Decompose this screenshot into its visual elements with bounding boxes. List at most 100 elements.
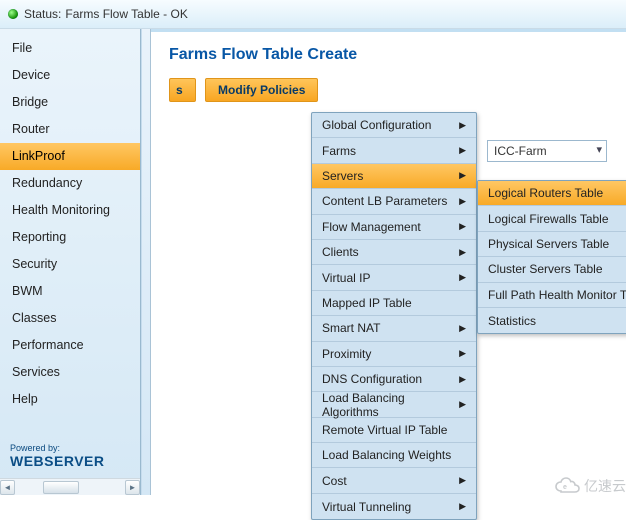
sidebar-item-label: BWM <box>12 284 43 298</box>
menu-item-label: Smart NAT <box>322 321 380 335</box>
sidebar-item-label: Redundancy <box>12 176 82 190</box>
menu-item-label: Content LB Parameters <box>322 194 447 208</box>
chevron-right-icon: ▶ <box>459 247 466 258</box>
sidebar-item-label: Reporting <box>12 230 66 244</box>
menu-item-label: DNS Configuration <box>322 372 422 386</box>
sidebar-item-performance[interactable]: Performance <box>0 332 140 359</box>
scroll-left-icon[interactable]: ◄ <box>0 480 15 495</box>
servers-submenu: Logical Routers Table Logical Firewalls T… <box>477 180 626 334</box>
sidebar-item-label: File <box>12 41 32 55</box>
menu-item-load-balancing-algorithms[interactable]: Load Balancing Algorithms▶ <box>312 392 476 417</box>
status-light-icon <box>8 9 18 19</box>
sidebar-item-security[interactable]: Security <box>0 251 140 278</box>
main-menu: Global Configuration▶Farms▶Servers▶Conte… <box>311 112 477 520</box>
modify-policies-button[interactable]: Modify Policies <box>205 78 318 102</box>
submenu-item-full-path-health-monitor-table[interactable]: Full Path Health Monitor Table <box>478 283 626 308</box>
powered-label: Powered by: <box>10 443 132 453</box>
submenu-item-physical-servers-table[interactable]: Physical Servers Table <box>478 232 626 257</box>
chevron-right-icon: ▶ <box>459 196 466 207</box>
status-bar: Status: Farms Flow Table - OK <box>0 0 626 29</box>
menu-item-cost[interactable]: Cost▶ <box>312 468 476 493</box>
sidebar-item-help[interactable]: Help <box>0 386 140 413</box>
sidebar-item-label: Help <box>12 392 38 406</box>
splitter[interactable] <box>141 29 151 495</box>
menu-item-label: Load Balancing Algorithms <box>322 391 459 419</box>
submenu-item-label: Cluster Servers Table <box>488 262 603 276</box>
sidebar-item-label: Performance <box>12 338 84 352</box>
sidebar-item-redundancy[interactable]: Redundancy <box>0 170 140 197</box>
menu-item-label: Remote Virtual IP Table <box>322 423 447 437</box>
sidebar-item-label: Device <box>12 68 50 82</box>
menu-item-label: Proximity <box>322 347 371 361</box>
sidebar-item-label: Router <box>12 122 50 136</box>
chevron-right-icon: ▶ <box>459 399 466 410</box>
scroll-thumb[interactable] <box>43 481 79 494</box>
menu-item-mapped-ip-table[interactable]: Mapped IP Table <box>312 291 476 316</box>
sidebar-item-router[interactable]: Router <box>0 116 140 143</box>
menu-item-label: Virtual IP <box>322 271 370 285</box>
menu-item-label: Cost <box>322 474 347 488</box>
submenu-item-statistics[interactable]: Statistics <box>478 308 626 333</box>
sidebar-scrollbar[interactable]: ◄ ► <box>0 478 140 495</box>
menu-item-clients[interactable]: Clients ▶ <box>312 240 476 265</box>
menu-item-content-lb-parameters[interactable]: Content LB Parameters ▶ <box>312 189 476 214</box>
menu-item-smart-nat[interactable]: Smart NAT ▶ <box>312 316 476 341</box>
sidebar-item-label: Health Monitoring <box>12 203 110 217</box>
chevron-right-icon: ▶ <box>459 374 466 385</box>
sidebar: File Device Bridge Router LinkProof Redundanc… <box>0 29 141 495</box>
sidebar-item-file[interactable]: File <box>0 35 140 62</box>
menu-item-label: Servers <box>322 169 363 183</box>
sidebar-item-services[interactable]: Services <box>0 359 140 386</box>
submenu-item-label: Full Path Health Monitor Table <box>488 288 626 302</box>
status-label: Status: <box>24 7 61 21</box>
menu-item-label: Load Balancing Weights <box>322 448 451 462</box>
menu-item-global-configuration[interactable]: Global Configuration ▶ <box>312 113 476 138</box>
toolbar: s Modify Policies <box>169 78 626 102</box>
sidebar-item-device[interactable]: Device <box>0 62 140 89</box>
chevron-right-icon: ▶ <box>459 145 466 156</box>
menu-item-virtual-ip[interactable]: Virtual IP ▶ <box>312 265 476 290</box>
menu-item-load-balancing-weights[interactable]: Load Balancing Weights <box>312 443 476 468</box>
submenu-item-label: Statistics <box>488 314 536 328</box>
svg-text:e: e <box>563 484 567 491</box>
farm-select[interactable]: ICC-Farm <box>487 140 607 162</box>
submenu-item-logical-routers-table[interactable]: Logical Routers Table <box>478 181 626 206</box>
sidebar-item-health-monitoring[interactable]: Health Monitoring <box>0 197 140 224</box>
chevron-right-icon: ▶ <box>459 501 466 512</box>
menu-item-remote-virtual-ip-table[interactable]: Remote Virtual IP Table <box>312 418 476 443</box>
watermark: e 亿速云 <box>554 476 626 496</box>
toolbar-button-partial[interactable]: s <box>169 78 196 102</box>
sidebar-item-reporting[interactable]: Reporting <box>0 224 140 251</box>
chevron-right-icon: ▶ <box>459 272 466 283</box>
submenu-item-logical-firewalls-table[interactable]: Logical Firewalls Table <box>478 206 626 231</box>
sidebar-item-bwm[interactable]: BWM <box>0 278 140 305</box>
sidebar-item-linkproof[interactable]: LinkProof <box>0 143 140 170</box>
menu-item-label: Clients <box>322 245 359 259</box>
menu-item-flow-management[interactable]: Flow Management▶ <box>312 215 476 240</box>
farm-select-value: ICC-Farm <box>494 144 547 158</box>
menu-item-label: Virtual Tunneling <box>322 500 411 514</box>
menu-item-dns-configuration[interactable]: DNS Configuration ▶ <box>312 367 476 392</box>
status-value: Farms Flow Table - OK <box>65 7 187 21</box>
submenu-item-cluster-servers-table[interactable]: Cluster Servers Table <box>478 257 626 282</box>
sidebar-item-label: Services <box>12 365 60 379</box>
page-title: Farms Flow Table Create <box>169 46 626 64</box>
menu-item-servers[interactable]: Servers ▶ <box>312 164 476 189</box>
scroll-right-icon[interactable]: ► <box>125 480 140 495</box>
chevron-right-icon: ▶ <box>459 323 466 334</box>
sidebar-item-label: LinkProof <box>12 149 65 163</box>
sidebar-item-bridge[interactable]: Bridge <box>0 89 140 116</box>
chevron-right-icon: ▶ <box>459 348 466 359</box>
submenu-item-label: Physical Servers Table <box>488 237 609 251</box>
menu-item-label: Global Configuration <box>322 118 431 132</box>
chevron-right-icon: ▶ <box>459 120 466 131</box>
sidebar-item-label: Security <box>12 257 57 271</box>
menu-item-label: Mapped IP Table <box>322 296 412 310</box>
menu-item-virtual-tunneling[interactable]: Virtual Tunneling ▶ <box>312 494 476 519</box>
sidebar-item-classes[interactable]: Classes <box>0 305 140 332</box>
menu-item-proximity[interactable]: Proximity ▶ <box>312 342 476 367</box>
chevron-right-icon: ▶ <box>459 170 466 181</box>
menu-item-farms[interactable]: Farms ▶ <box>312 138 476 163</box>
menu-item-label: Farms <box>322 144 356 158</box>
submenu-item-label: Logical Firewalls Table <box>488 212 609 226</box>
